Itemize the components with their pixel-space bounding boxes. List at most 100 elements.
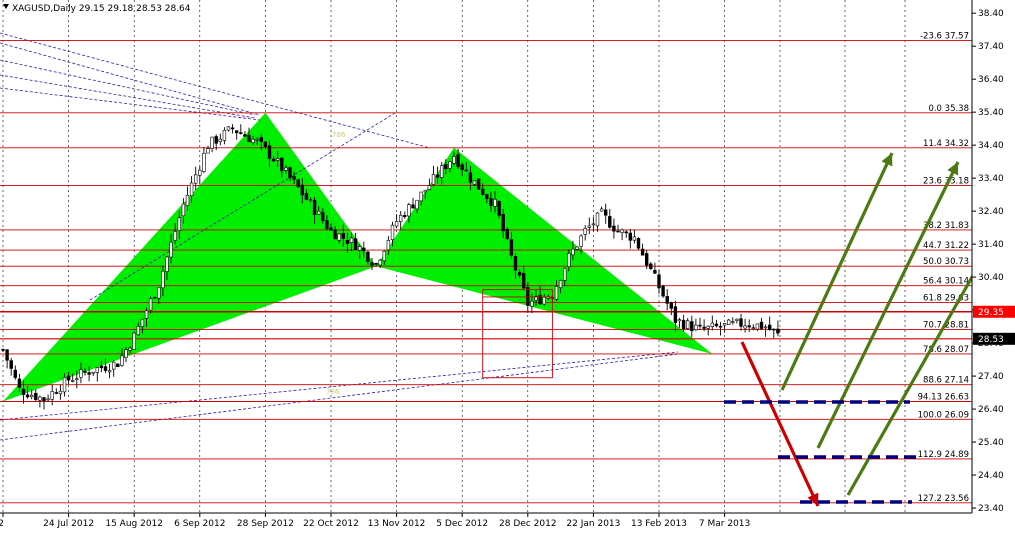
candle-body-119 [489, 198, 493, 206]
fib-label-11: 88.6 27.14 [923, 376, 969, 386]
y-tick-label-13: 25.40 [978, 438, 1004, 448]
candle-body-113 [464, 169, 468, 172]
y-tick-label-12: 26.40 [978, 405, 1004, 415]
candle-body-21 [87, 372, 91, 375]
candle-body-41 [169, 241, 173, 258]
y-tick-label-3: 35.40 [978, 108, 1004, 118]
candle-body-138 [567, 253, 571, 267]
price-label-1: 28.53 [978, 335, 1004, 345]
candle-body-179 [735, 318, 739, 321]
candle-body-129 [530, 300, 534, 307]
candle-body-24 [99, 365, 104, 369]
y-tick-label-5: 33.40 [978, 174, 1004, 184]
fib-label-2: 11.4 34.32 [923, 139, 969, 149]
small-label-1: 786 [326, 388, 340, 396]
candle-body-32 [132, 332, 136, 350]
candle-body-9 [38, 396, 42, 401]
candle-body-47 [194, 174, 198, 184]
candle-body-55 [226, 126, 231, 131]
candle-body-141 [579, 235, 583, 247]
candle-body-144 [591, 223, 596, 226]
candle-body-93 [382, 250, 386, 262]
candle-body-95 [390, 224, 395, 240]
candle-body-131 [538, 294, 542, 305]
candle-body-10 [42, 397, 46, 402]
candle-body-38 [157, 287, 161, 299]
candle-body-140 [575, 246, 579, 250]
candle-body-45 [185, 195, 190, 207]
candle-body-56 [230, 127, 235, 130]
candle-body-117 [480, 188, 485, 195]
x-tick-label-7: 5 Dec 2012 [436, 519, 488, 529]
candle-body-99 [407, 204, 411, 217]
price-chart: -23.6 37.570.0 35.3811.4 34.3223.6 33.18… [0, 0, 1015, 534]
chart-root: -23.6 37.57 0.0 35.38 11.4 34.32 23.6 33.18… [0, 0, 1015, 534]
candle-body-89 [366, 251, 370, 262]
candle-body-187 [767, 324, 772, 331]
candle-body-52 [214, 136, 218, 144]
candle-body-25 [103, 366, 108, 371]
candle-body-107 [439, 165, 444, 178]
y-tick-label-7: 31.40 [978, 240, 1004, 250]
candle-body-12 [50, 391, 54, 400]
candle-body-159 [653, 270, 657, 274]
candle-body-183 [751, 327, 756, 329]
candle-body-43 [177, 217, 181, 231]
candle-body-169 [694, 324, 698, 331]
candle-body-178 [731, 321, 735, 323]
candle-body-63 [259, 137, 263, 142]
candle-body-132 [542, 296, 546, 305]
candle-body-145 [595, 212, 600, 227]
candle-body-116 [476, 178, 481, 190]
candle-body-18 [75, 378, 79, 381]
candle-body-173 [710, 322, 715, 327]
price-label-0: 29.35 [978, 308, 1004, 318]
candle-body-36 [148, 298, 153, 311]
candle-body-64 [263, 141, 268, 147]
candle-body-160 [657, 274, 661, 289]
candle-body-83 [341, 232, 345, 239]
candle-body-86 [353, 238, 358, 250]
candle-body-164 [673, 306, 678, 323]
fib-label-12: 94.13 26.63 [918, 392, 969, 402]
y-tick-label-11: 27.40 [978, 372, 1004, 382]
x-tick-label-9: 22 Jan 2013 [566, 519, 620, 529]
y-tick-label-15: 23.40 [978, 504, 1004, 514]
candle-body-103 [423, 190, 427, 193]
candle-body-30 [124, 349, 128, 358]
candle-body-23 [95, 367, 100, 373]
x-tick-label-5: 22 Oct 2012 [303, 519, 359, 529]
candle-body-26 [107, 370, 112, 373]
y-tick-label-1: 37.40 [978, 42, 1004, 52]
candle-body-180 [739, 318, 743, 327]
candle-body-168 [690, 321, 694, 332]
candle-body-125 [513, 256, 518, 271]
candle-body-44 [181, 203, 186, 217]
candle-body-146 [599, 208, 604, 212]
candle-body-78 [321, 212, 325, 221]
candle-body-40 [165, 256, 169, 272]
candle-body-27 [112, 361, 116, 370]
candle-body-82 [337, 233, 341, 241]
candle-body-154 [632, 236, 637, 241]
candle-body-20 [83, 371, 87, 373]
chart-title: XAGUSD,Daily 29.15 29.18 28.53 28.64 [12, 4, 191, 14]
candle-body-51 [210, 136, 214, 149]
candle-body-39 [161, 270, 165, 289]
y-tick-label-0: 38.40 [978, 9, 1004, 19]
candle-body-96 [394, 221, 399, 227]
candle-body-37 [153, 296, 157, 299]
candle-body-163 [669, 302, 674, 309]
candle-body-135 [554, 286, 559, 300]
candle-body-184 [755, 323, 760, 330]
candle-body-118 [485, 194, 489, 199]
candle-body-151 [620, 229, 624, 233]
candle-body-1 [5, 349, 9, 361]
candle-body-60 [247, 135, 251, 143]
candle-body-182 [747, 325, 751, 328]
candle-body-35 [144, 310, 149, 319]
candle-body-91 [374, 263, 378, 265]
candle-body-150 [616, 230, 620, 233]
candle-body-176 [722, 323, 727, 326]
candle-body-46 [189, 182, 194, 197]
